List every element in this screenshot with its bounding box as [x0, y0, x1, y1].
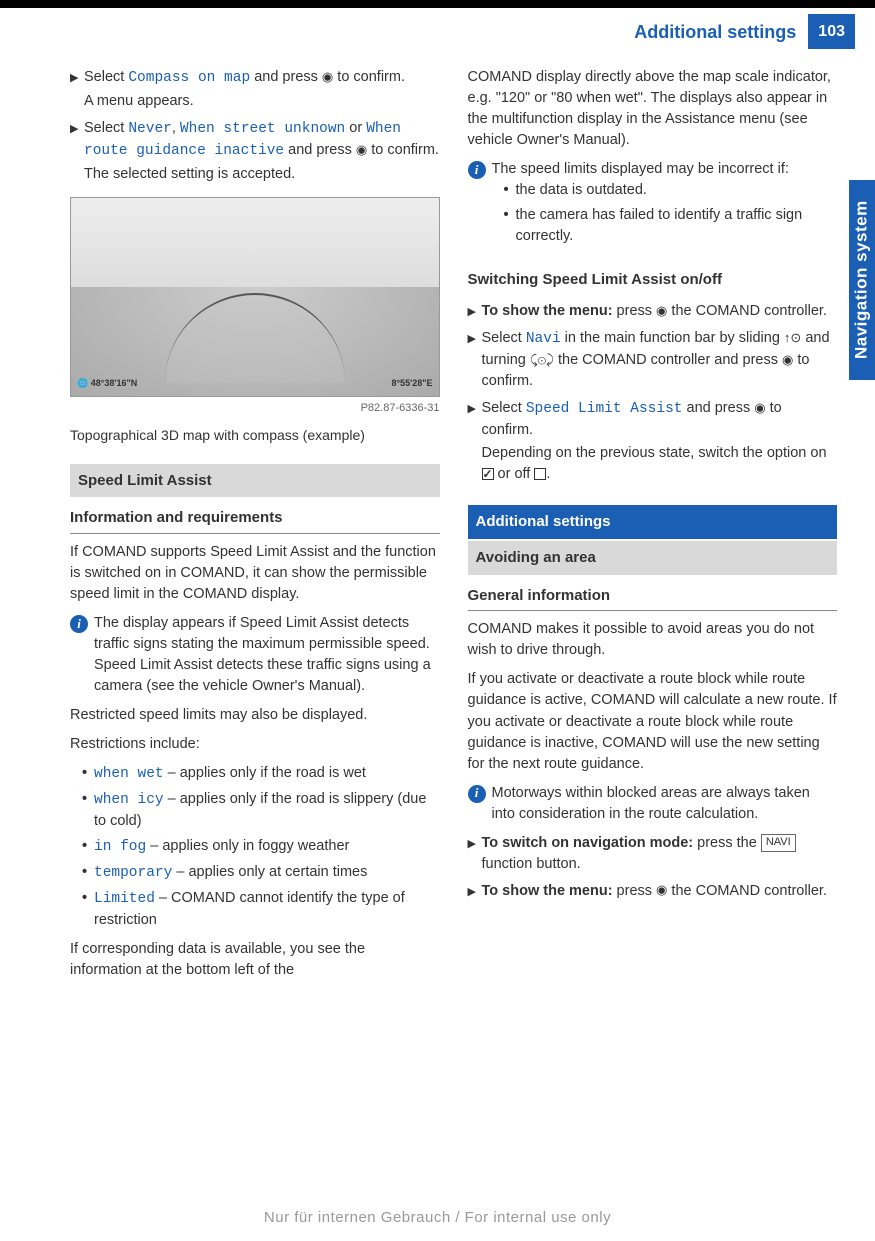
step-marker-icon: ▶ [468, 833, 482, 877]
heading-general-info: General information [468, 585, 838, 612]
side-tab: Navigation system [849, 180, 875, 380]
list-item: in fog – applies only in foggy weather [82, 836, 440, 858]
info-text: Motorways within blocked areas are alway… [492, 783, 838, 825]
step-result: A menu appears. [84, 91, 440, 112]
list-item: Limited – COMAND cannot identify the typ… [82, 888, 440, 931]
step-text: Select Compass on map and press ◉ to con… [84, 67, 440, 89]
navi-button-icon: NAVI [761, 834, 796, 852]
step-text: To show the menu: press ◉ the COMAND con… [482, 881, 838, 902]
step-text: Select Navi in the main function bar by … [482, 328, 838, 392]
press-icon: ◉ [322, 68, 333, 87]
info-icon: i [70, 615, 88, 633]
body-text: If you activate or deactivate a route bl… [468, 669, 838, 774]
step-text: Select Never, When street unknown or Whe… [84, 118, 440, 162]
header-title: Additional settings [634, 19, 796, 45]
step-marker-icon: ▶ [468, 881, 482, 904]
body-text: If corresponding data is available, you … [70, 939, 440, 981]
ui-compass-on-map: Compass on map [128, 70, 250, 86]
body-text: If COMAND supports Speed Limit Assist an… [70, 542, 440, 605]
figure-image: 🌐 48°38'16"N 8°55'28"E [70, 197, 440, 397]
ui-when-icy: when icy [94, 792, 164, 808]
info-note: i Motorways within blocked areas are alw… [468, 783, 838, 825]
step-select-frequency: ▶ Select Never, When street unknown or W… [70, 118, 440, 187]
ui-never: Never [128, 121, 172, 137]
checkbox-on-icon [482, 468, 494, 480]
checkbox-off-icon [534, 468, 546, 480]
content: ▶ Select Compass on map and press ◉ to c… [0, 57, 875, 989]
left-column: ▶ Select Compass on map and press ◉ to c… [70, 67, 440, 989]
press-icon: ◉ [356, 141, 367, 160]
turn-icon: ⤹⊙⤸ [530, 351, 554, 370]
top-black-bar [0, 0, 875, 8]
fig-coord-right: 8°55'28"E [391, 377, 432, 390]
list-item: the camera has failed to identify a traf… [504, 205, 838, 247]
fig-coord-left: 🌐 48°38'16"N [77, 377, 137, 390]
step-compass-on-map: ▶ Select Compass on map and press ◉ to c… [70, 67, 440, 114]
info-icon: i [468, 785, 486, 803]
info-note: i The speed limits displayed may be inco… [468, 159, 838, 255]
page-number: 103 [808, 14, 855, 49]
heading-avoiding-area: Avoiding an area [468, 541, 838, 575]
step-switch-nav-mode: ▶ To switch on navigation mode: press th… [468, 833, 838, 877]
list-item: the data is outdated. [504, 180, 838, 201]
info-icon: i [468, 161, 486, 179]
figure-id: P82.87-6336-31 [70, 401, 440, 417]
step-result: Depending on the previous state, switch … [482, 443, 838, 485]
step-show-menu: ▶ To show the menu: press ◉ the COMAND c… [468, 301, 838, 324]
slide-up-icon: ↑⊙ [784, 329, 801, 348]
step-marker-icon: ▶ [468, 301, 482, 324]
step-select-navi: ▶ Select Navi in the main function bar b… [468, 328, 838, 394]
step-result: The selected setting is accepted. [84, 164, 440, 185]
body-text: COMAND makes it possible to avoid areas … [468, 619, 838, 661]
heading-additional-settings: Additional settings [468, 505, 838, 539]
step-text: To show the menu: press ◉ the COMAND con… [482, 301, 838, 322]
right-column: COMAND display directly above the map sc… [468, 67, 838, 989]
ui-limited: Limited [94, 891, 155, 907]
heading-switching-sla: Switching Speed Limit Assist on/off [468, 269, 838, 291]
step-select-sla: ▶ Select Speed Limit Assist and press ◉ … [468, 398, 838, 487]
info-text: The display appears if Speed Limit Assis… [94, 613, 440, 697]
ui-navi: Navi [526, 331, 561, 347]
step-marker-icon: ▶ [468, 398, 482, 487]
ui-speed-limit-assist: Speed Limit Assist [526, 401, 683, 417]
ui-when-street-unknown: When street unknown [180, 121, 345, 137]
body-text: Restrictions include: [70, 734, 440, 755]
press-icon: ◉ [782, 351, 793, 370]
step-text: To switch on navigation mode: press the … [482, 833, 838, 875]
ui-in-fog: in fog [94, 839, 146, 855]
list-item: when icy – applies only if the road is s… [82, 789, 440, 832]
page-header: Additional settings 103 [0, 8, 875, 57]
list-item: when wet – applies only if the road is w… [82, 763, 440, 785]
restrictions-list: when wet – applies only if the road is w… [70, 763, 440, 931]
heading-speed-limit-assist: Speed Limit Assist [70, 464, 440, 498]
info-reasons-list: the data is outdated. the camera has fai… [492, 180, 838, 247]
press-icon: ◉ [656, 302, 667, 321]
body-text: COMAND display directly above the map sc… [468, 67, 838, 151]
figure-caption: Topographical 3D map with compass (examp… [70, 425, 440, 445]
body-text: Restricted speed limits may also be disp… [70, 705, 440, 726]
step-marker-icon: ▶ [70, 67, 84, 114]
info-note: i The display appears if Speed Limit Ass… [70, 613, 440, 697]
list-item: temporary – applies only at certain time… [82, 862, 440, 884]
step-show-menu-2: ▶ To show the menu: press ◉ the COMAND c… [468, 881, 838, 904]
info-text: The speed limits displayed may be incorr… [492, 159, 838, 180]
ui-temporary: temporary [94, 865, 172, 881]
ui-when-wet: when wet [94, 766, 164, 782]
footer-watermark: Nur für internen Gebrauch / For internal… [0, 1207, 875, 1229]
press-icon: ◉ [754, 399, 765, 418]
figure-3d-map: 🌐 48°38'16"N 8°55'28"E P82.87-6336-31 [70, 197, 440, 417]
press-icon: ◉ [656, 881, 667, 900]
heading-info-requirements: Information and requirements [70, 507, 440, 534]
step-marker-icon: ▶ [468, 328, 482, 394]
step-marker-icon: ▶ [70, 118, 84, 187]
step-text: Select Speed Limit Assist and press ◉ to… [482, 398, 838, 441]
